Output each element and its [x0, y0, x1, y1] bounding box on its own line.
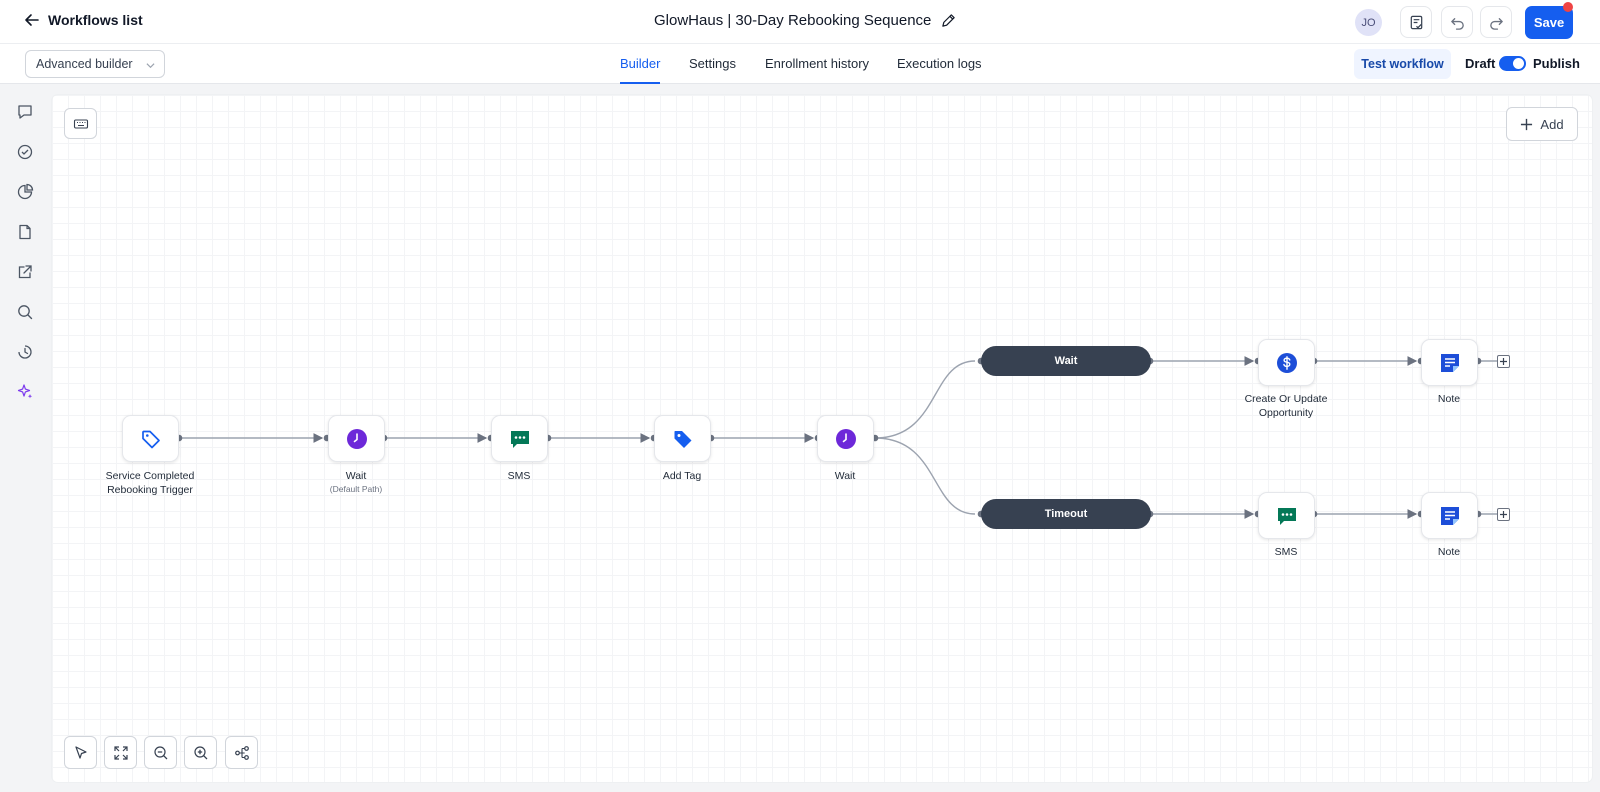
add-step-end-2[interactable] [1497, 508, 1510, 521]
sms-icon [1277, 507, 1296, 525]
node-wait-1[interactable] [328, 415, 385, 462]
select-tool-button[interactable] [64, 736, 97, 769]
flow-tree-icon [234, 745, 249, 760]
plus-icon [1500, 511, 1507, 518]
node-wait-2[interactable] [817, 415, 874, 462]
node-note-2[interactable] [1421, 492, 1478, 539]
label-line: Service Completed [105, 470, 195, 482]
node-trigger[interactable] [122, 415, 179, 462]
zoom-in-icon [193, 745, 207, 759]
branch-wait[interactable]: Wait [981, 346, 1151, 376]
expand-icon [113, 745, 128, 760]
node-sms-2-label: SMS [1274, 546, 1298, 558]
node-note-1-label: Note [1437, 393, 1461, 405]
add-step-end-1[interactable] [1497, 355, 1510, 368]
dollar-icon [1276, 352, 1297, 373]
node-note-2-label: Note [1437, 546, 1461, 558]
note-icon [1440, 353, 1459, 372]
sms-icon [510, 430, 529, 448]
zoom-out-icon [153, 745, 167, 759]
clock-icon [835, 428, 856, 449]
node-wait-2-label: Wait [834, 470, 856, 482]
clock-icon [346, 428, 367, 449]
node-opportunity[interactable] [1258, 339, 1315, 386]
fit-view-button[interactable] [104, 736, 137, 769]
node-add-tag[interactable] [654, 415, 711, 462]
label-line: Rebooking Trigger [107, 484, 193, 496]
zoom-in-button[interactable] [184, 736, 217, 769]
tag-filled-icon [674, 430, 691, 448]
node-opportunity-label: Create Or Update Opportunity [1211, 392, 1361, 420]
node-sms-1-label: SMS [507, 470, 531, 482]
zoom-out-button[interactable] [144, 736, 177, 769]
branch-timeout[interactable]: Timeout [981, 499, 1151, 529]
auto-layout-button[interactable] [225, 736, 258, 769]
node-wait-1-sublabel: (Default Path) [329, 484, 383, 494]
node-sms-1[interactable] [491, 415, 548, 462]
node-add-tag-label: Add Tag [662, 470, 702, 482]
node-trigger-label: Service Completed Rebooking Trigger [75, 469, 225, 497]
cursor-pointer-icon [74, 745, 87, 759]
node-wait-1-label: Wait [345, 470, 367, 482]
node-sms-2[interactable] [1258, 492, 1315, 539]
tag-outline-icon [141, 430, 160, 448]
plus-icon [1500, 358, 1507, 365]
label-line: Create Or Update [1244, 393, 1328, 405]
node-note-1[interactable] [1421, 339, 1478, 386]
label-line: Opportunity [1258, 407, 1314, 419]
note-icon [1440, 506, 1459, 525]
